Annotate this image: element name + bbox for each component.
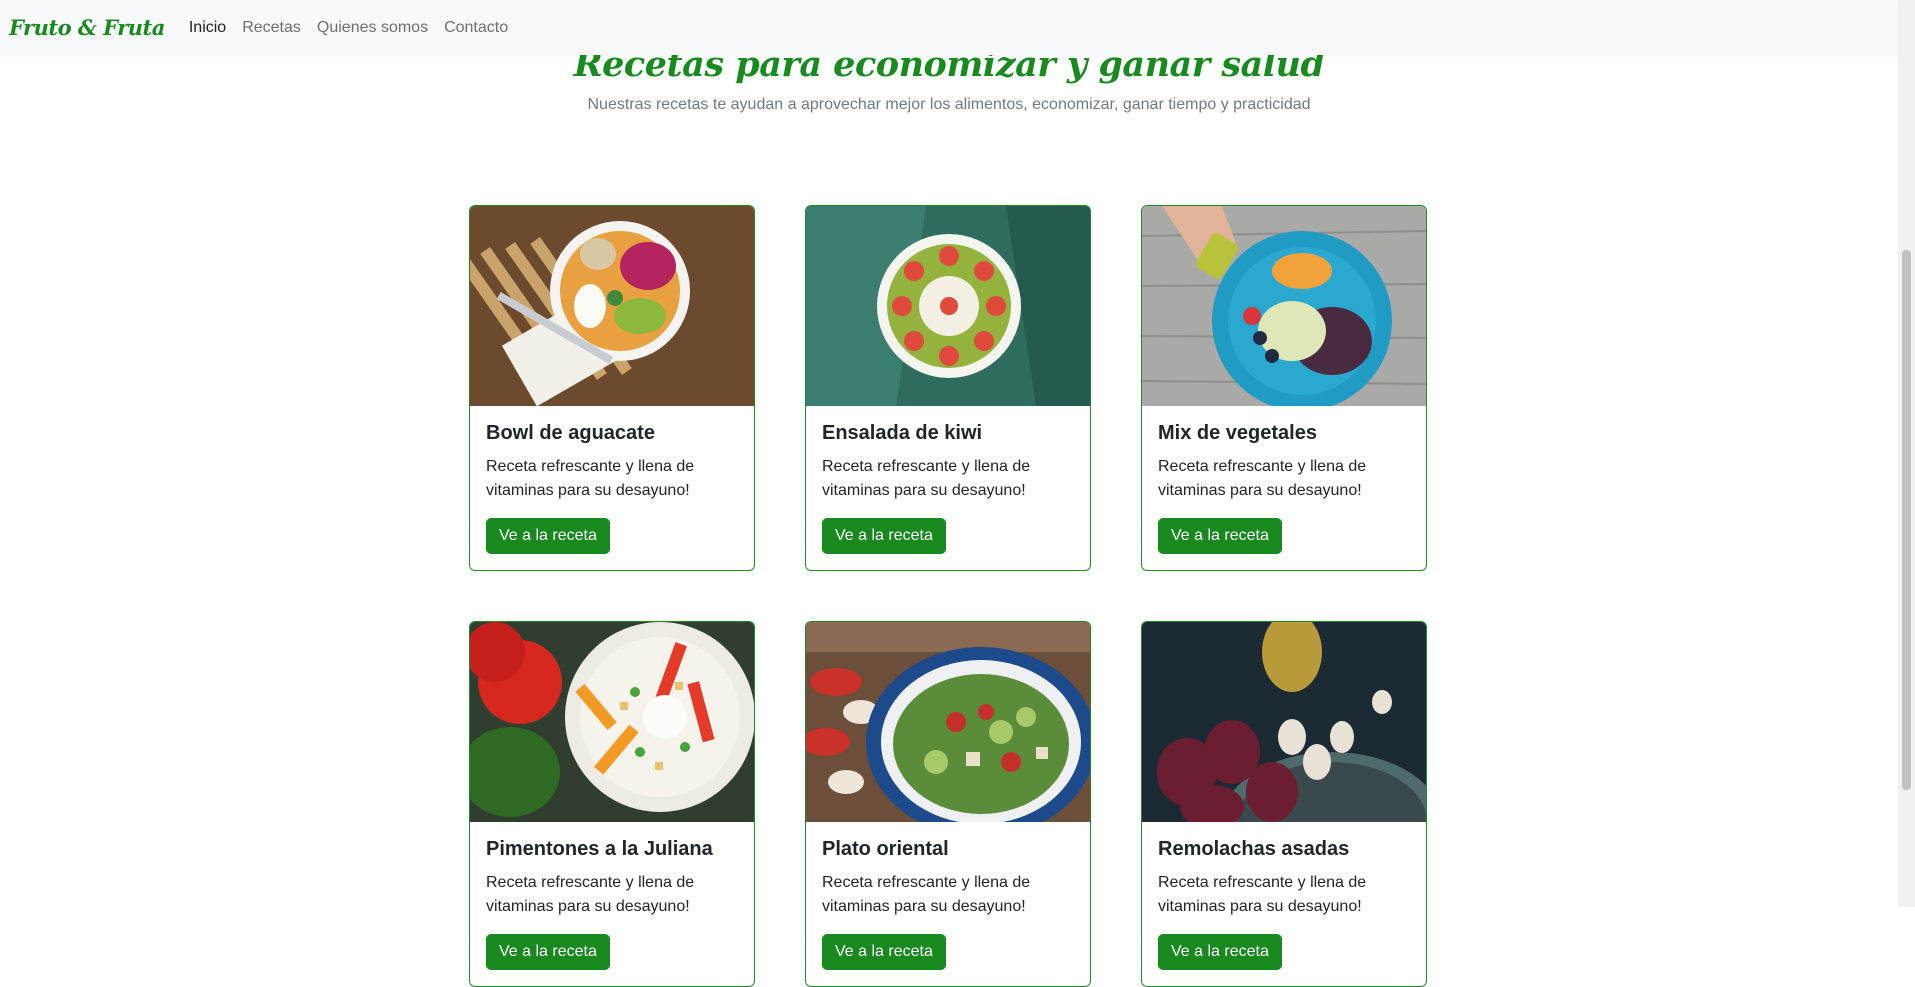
recipe-image-mix-vegetales (1142, 206, 1426, 406)
card-title: Plato oriental (822, 838, 949, 860)
card-title: Ensalada de kiwi (822, 422, 983, 444)
card-text: Receta refrescante y llena de vitaminas … (486, 458, 695, 499)
recipe-card: Plato oriental Receta refrescante y llen… (805, 621, 1091, 987)
recipe-card: Mix de vegetales Receta refrescante y ll… (1141, 205, 1427, 571)
page-scrollbar[interactable] (1898, 0, 1915, 907)
ver-receta-button[interactable]: Ve a la receta (822, 518, 946, 554)
recipe-image-ensalada-kiwi (806, 206, 1090, 406)
navbar: Fruto & Fruta Inicio Recetas Quienes som… (0, 0, 1898, 55)
brand-logo[interactable]: Fruto & Fruta (9, 15, 165, 40)
ver-receta-button[interactable]: Ve a la receta (822, 934, 946, 970)
recipe-image-pimentones-juliana (470, 622, 754, 822)
ver-receta-button[interactable]: Ve a la receta (1158, 518, 1282, 554)
card-text: Receta refrescante y llena de vitaminas … (486, 874, 695, 915)
nav-links: Inicio Recetas Quienes somos Contacto (189, 19, 524, 37)
recipe-image-remolachas-asadas (1142, 622, 1426, 822)
nav-link-quienes-somos[interactable]: Quienes somos (317, 19, 428, 37)
recipe-image-bowl-aguacate (470, 206, 754, 406)
card-text: Receta refrescante y llena de vitaminas … (822, 874, 1031, 915)
card-title: Pimentones a la Juliana (486, 838, 713, 860)
card-text: Receta refrescante y llena de vitaminas … (822, 458, 1031, 499)
scrollbar-thumb[interactable] (1902, 250, 1911, 790)
recipe-image-plato-oriental (806, 622, 1090, 822)
card-title: Mix de vegetales (1158, 422, 1317, 444)
recipe-card: Ensalada de kiwi Receta refrescante y ll… (805, 205, 1091, 571)
nav-link-recetas[interactable]: Recetas (242, 19, 301, 37)
recipe-card: Bowl de aguacate Receta refrescante y ll… (469, 205, 755, 571)
ver-receta-button[interactable]: Ve a la receta (486, 518, 610, 554)
page-subtitle: Nuestras recetas te ayudan a aprovechar … (587, 96, 1311, 113)
nav-link-inicio[interactable]: Inicio (189, 19, 226, 37)
card-text: Receta refrescante y llena de vitaminas … (1158, 874, 1367, 915)
card-title: Bowl de aguacate (486, 422, 655, 444)
card-title: Remolachas asadas (1158, 838, 1350, 860)
card-text: Receta refrescante y llena de vitaminas … (1158, 458, 1367, 499)
recipe-card: Remolachas asadas Receta refrescante y l… (1141, 621, 1427, 987)
nav-link-contacto[interactable]: Contacto (444, 19, 508, 37)
ver-receta-button[interactable]: Ve a la receta (1158, 934, 1282, 970)
recipe-card: Pimentones a la Juliana Receta refrescan… (469, 621, 755, 987)
ver-receta-button[interactable]: Ve a la receta (486, 934, 610, 970)
